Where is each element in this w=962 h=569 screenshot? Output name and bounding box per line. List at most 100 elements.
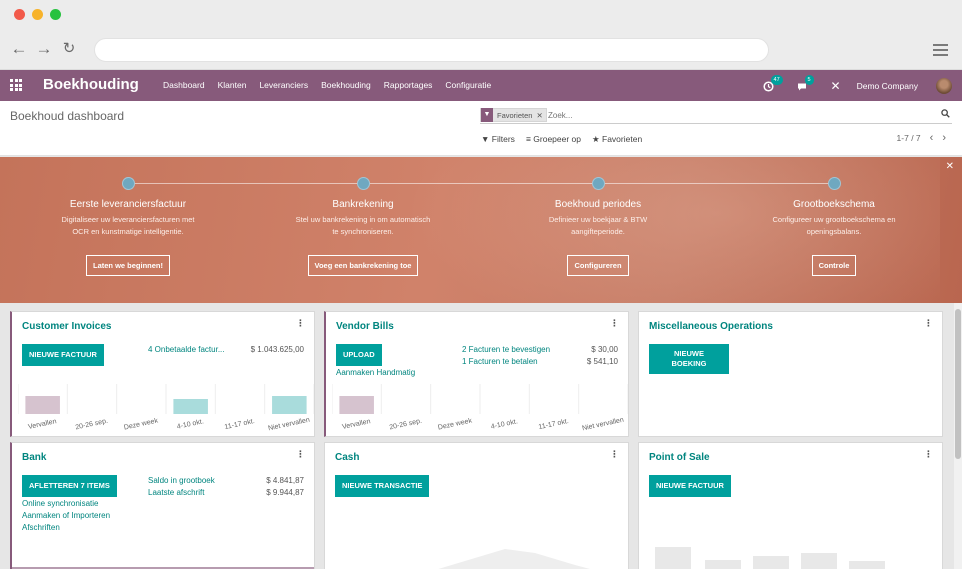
step-dot xyxy=(121,177,135,190)
user-avatar[interactable] xyxy=(936,77,952,94)
forward-arrow-icon[interactable]: → xyxy=(35,40,53,58)
journal-card-point-of-sale[interactable]: Point of Sale ⋮ NIEUWE FACTUUR xyxy=(638,442,943,569)
bills-to-pay-link[interactable]: 1 Facturen te betalen xyxy=(462,357,538,366)
card-title[interactable]: Vendor Bills xyxy=(336,321,394,332)
search-icon[interactable] xyxy=(941,109,950,118)
step-title: Eerste leveranciersfactuur xyxy=(69,199,187,210)
pager-previous-icon[interactable]: ‹ xyxy=(930,133,934,144)
card-title[interactable]: Miscellaneous Operations xyxy=(649,321,773,332)
statements-link[interactable]: Afschriften xyxy=(22,523,60,532)
activity-clock-icon[interactable]: 47 xyxy=(762,74,783,93)
groupby-dropdown[interactable]: ≡ Groepeer op xyxy=(526,134,581,145)
balance-in-gl-amount: $ 4.841,87 xyxy=(266,476,304,485)
browser-menu-icon[interactable] xyxy=(933,44,948,56)
aged-receivable-chart[interactable]: Vervallen 20-26 sep. Deze week 4-10 okt. 11-… xyxy=(18,384,314,436)
chart-bar[interactable] xyxy=(339,396,374,414)
reconcile-items-button[interactable]: AFLETTEREN 7 ITEMS xyxy=(22,475,117,497)
facet-label: Favorieten xyxy=(497,110,533,120)
card-options-icon[interactable]: ⋮ xyxy=(296,318,305,329)
unpaid-invoices-amount: $ 1.043.625,00 xyxy=(250,345,304,354)
card-options-icon[interactable]: ⋮ xyxy=(924,318,933,329)
journal-card-customer-invoices[interactable]: Customer Invoices ⋮ NIEUWE FACTUUR 4 Onb… xyxy=(10,311,315,437)
chart-tick-label: Deze week xyxy=(437,417,473,431)
menu-item-rapportages[interactable]: Rapportages xyxy=(384,80,433,90)
pager: 1-7 / 7 ‹ › xyxy=(897,133,946,144)
journal-card-cash[interactable]: Cash ⋮ NIEUWE TRANSACTIE xyxy=(324,442,629,569)
new-invoice-button[interactable]: NIEUWE FACTUUR xyxy=(649,475,731,497)
chart-tick-label: 11-17 okt. xyxy=(224,418,255,431)
menu-item-leveranciers[interactable]: Leveranciers xyxy=(259,80,308,90)
latest-statement-link[interactable]: Laatste afschrift xyxy=(148,488,204,497)
step-dot xyxy=(356,177,370,190)
create-manually-link[interactable]: Aanmaken Handmatig xyxy=(336,368,415,377)
unpaid-invoices-link[interactable]: 4 Onbetaalde factur... xyxy=(148,345,225,354)
scrollbar-thumb[interactable] xyxy=(955,309,961,459)
step-button[interactable]: Voeg een bankrekening toe xyxy=(307,255,419,276)
step-title: Grootboekschema xyxy=(793,199,875,210)
maximize-window-button[interactable] xyxy=(50,9,61,20)
new-invoice-button[interactable]: NIEUWE FACTUUR xyxy=(22,344,104,366)
filters-dropdown[interactable]: ▼ Filters xyxy=(481,134,515,145)
upload-button[interactable]: UPLOAD xyxy=(336,344,382,366)
back-arrow-icon[interactable]: ← xyxy=(10,40,28,58)
new-transaction-button[interactable]: NIEUWE TRANSACTIE xyxy=(335,475,430,497)
top-menu: Dashboard Klanten Leveranciers Boekhoudi… xyxy=(163,80,491,90)
menu-item-boekhouding[interactable]: Boekhouding xyxy=(321,80,371,90)
new-entry-button[interactable]: NIEUWE BOEKING xyxy=(649,344,729,374)
menu-item-klanten[interactable]: Klanten xyxy=(218,80,247,90)
close-banner-icon[interactable]: ✕ xyxy=(946,161,954,172)
chart-tick-label: Vervallen xyxy=(342,418,372,431)
chart-tick-label: 11-17 okt. xyxy=(538,418,569,431)
card-options-icon[interactable]: ⋮ xyxy=(296,449,305,460)
step-button[interactable]: Laten we beginnen! xyxy=(85,255,170,276)
search-input[interactable] xyxy=(548,107,928,123)
balance-in-gl-link[interactable]: Saldo in grootboek xyxy=(148,476,215,485)
chart-bar[interactable] xyxy=(25,396,60,414)
chart-bar[interactable] xyxy=(272,396,307,414)
pager-value[interactable]: 1-7 / 7 xyxy=(897,133,921,143)
journal-card-vendor-bills[interactable]: Vendor Bills ⋮ UPLOAD Aanmaken Handmatig… xyxy=(324,311,629,437)
pager-next-icon[interactable]: › xyxy=(942,133,946,144)
app-title[interactable]: Boekhouding xyxy=(43,76,139,93)
new-entry-button-line2: BOEKING xyxy=(671,359,707,368)
step-button[interactable]: Configureren xyxy=(567,255,629,276)
card-title[interactable]: Bank xyxy=(22,452,46,463)
menu-item-configuratie[interactable]: Configuratie xyxy=(445,80,491,90)
menu-item-dashboard[interactable]: Dashboard xyxy=(163,80,205,90)
card-options-icon[interactable]: ⋮ xyxy=(924,449,933,460)
chart-tick-label: Vervallen xyxy=(28,418,58,431)
reload-icon[interactable]: ↻ xyxy=(60,40,78,58)
apps-grid-icon[interactable] xyxy=(10,79,22,91)
address-bar[interactable] xyxy=(94,38,769,62)
onboarding-step-fiscal-periods: Boekhoud periodes Definieer uw boekjaar … xyxy=(498,177,698,276)
journal-card-misc-operations[interactable]: Miscellaneous Operations ⋮ NIEUWE BOEKIN… xyxy=(638,311,943,437)
messages-count-badge: 5 xyxy=(804,74,814,85)
create-or-import-link[interactable]: Aanmaken of Importeren xyxy=(22,511,110,520)
cash-graph xyxy=(438,549,590,569)
chart-bar[interactable] xyxy=(173,399,208,414)
minimize-window-button[interactable] xyxy=(32,9,43,20)
step-title: Boekhoud periodes xyxy=(554,199,642,210)
bills-to-validate-amount: $ 30,00 xyxy=(591,345,618,354)
journal-card-bank[interactable]: Bank ⋮ AFLETTEREN 7 ITEMS Online synchro… xyxy=(10,442,315,569)
card-title[interactable]: Cash xyxy=(335,452,359,463)
chart-tick-label: Deze week xyxy=(123,417,159,431)
debug-tools-icon[interactable]: ✕ xyxy=(831,79,841,93)
aged-payable-chart[interactable]: Vervallen 20-26 sep. Deze week 4-10 okt. 11-… xyxy=(332,384,628,436)
journal-dashboard: Customer Invoices ⋮ NIEUWE FACTUUR 4 Onb… xyxy=(0,303,962,569)
search-facet: ▼ Favorieten ✕ xyxy=(480,108,547,122)
card-title[interactable]: Customer Invoices xyxy=(22,321,111,332)
remove-facet-icon[interactable]: ✕ xyxy=(536,111,545,120)
card-options-icon[interactable]: ⋮ xyxy=(610,449,619,460)
onboarding-step-bank-account: Bankrekening Stel uw bankrekening in om … xyxy=(263,177,463,276)
bills-to-validate-link[interactable]: 2 Facturen te bevestigen xyxy=(462,345,550,354)
close-window-button[interactable] xyxy=(14,9,25,20)
filter-icon: ▼ xyxy=(481,108,493,122)
company-switcher[interactable]: Demo Company xyxy=(857,81,918,91)
step-button[interactable]: Controle xyxy=(811,255,857,276)
card-options-icon[interactable]: ⋮ xyxy=(610,318,619,329)
favorites-dropdown[interactable]: ★ Favorieten xyxy=(592,134,642,145)
messages-chat-icon[interactable]: 5 xyxy=(797,74,814,93)
online-sync-link[interactable]: Online synchronisatie xyxy=(22,499,98,508)
card-title[interactable]: Point of Sale xyxy=(649,452,710,463)
